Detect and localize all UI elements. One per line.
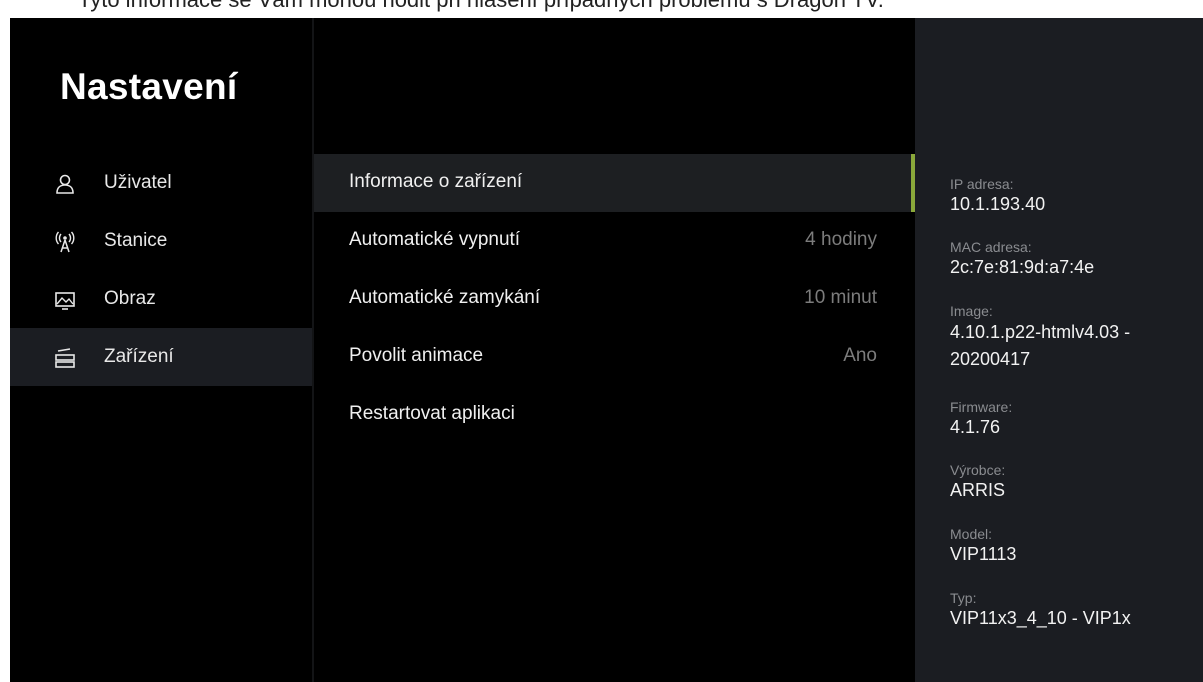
menu-item-auto-lock[interactable]: Automatické zamykání 10 minut [314,270,915,328]
device-icon [55,348,75,368]
sidebar-item-picture[interactable]: Obraz [10,270,312,328]
settings-menu: Informace o zařízení Automatické vypnutí… [314,18,915,682]
info-row-type: Typ: VIP11x3_4_10 - VIP1x [950,590,1195,630]
info-key: Model: [950,526,993,542]
menu-item-label: Informace o zařízení [349,171,523,192]
info-key: Výrobce: [950,462,1006,478]
menu-item-device-info[interactable]: Informace o zařízení [314,154,915,212]
menu-item-value: 4 hodiny [805,229,877,250]
sidebar-item-stations[interactable]: Stanice [10,212,312,270]
info-row-ip: IP adresa: 10.1.193.40 [950,176,1195,216]
info-row-mac: MAC adresa: 2c:7e:81:9d:a7:4e [950,239,1195,279]
info-value: VIP11x3_4_10 - VIP1x [950,608,1131,628]
info-value: ARRIS [950,480,1006,500]
sidebar-item-label: Stanice [104,230,168,251]
menu-item-label: Automatické vypnutí [349,229,521,250]
info-value: 2c:7e:81:9d:a7:4e [950,257,1095,277]
info-row-model: Model: VIP1113 [950,526,1195,566]
user-icon [56,174,74,194]
info-row-image: Image: 4.10.1.p22-htmlv4.03 - 20200417 [950,303,1195,373]
picture-icon [55,292,75,310]
antenna-icon [55,231,75,253]
info-value: 10.1.193.40 [950,194,1046,214]
info-key: Image: [950,303,993,319]
device-info-panel: IP adresa: 10.1.193.40 MAC adresa: 2c:7e… [915,18,1203,682]
info-key: IP adresa: [950,176,1014,192]
sidebar-item-device[interactable]: Zařízení [10,328,312,386]
menu-item-label: Povolit animace [349,345,484,366]
sidebar-item-label: Zařízení [104,346,174,367]
info-row-firmware: Firmware: 4.1.76 [950,399,1195,439]
info-row-manufacturer: Výrobce: ARRIS [950,462,1195,502]
menu-item-value: 10 minut [804,287,877,308]
sidebar-item-label: Uživatel [104,172,172,193]
info-key: Typ: [950,590,977,606]
menu-item-value: Ano [843,345,877,366]
caption-text: Tyto informace se Vám mohou hodit při hl… [78,0,884,13]
page-title: Nastavení [60,66,238,107]
info-key: Firmware: [950,399,1013,415]
caption-strip: Tyto informace se Vám mohou hodit při hl… [0,0,1203,18]
info-value: 4.10.1.p22-htmlv4.03 - 20200417 [950,322,1131,369]
menu-item-restart-app[interactable]: Restartovat aplikaci [314,386,915,444]
menu-item-auto-off[interactable]: Automatické vypnutí 4 hodiny [314,212,915,270]
menu-item-animations[interactable]: Povolit animace Ano [314,328,915,386]
info-value: VIP1113 [950,544,1017,564]
tv-screen: Nastavení Uživatel Stanice Obraz Zařízen… [10,18,1203,682]
info-value: 4.1.76 [950,417,1001,437]
menu-item-label: Restartovat aplikaci [349,403,515,424]
info-key: MAC adresa: [950,239,1032,255]
sidebar-item-user[interactable]: Uživatel [10,154,312,212]
sidebar: Nastavení Uživatel Stanice Obraz Zařízen… [10,18,312,682]
sidebar-item-label: Obraz [104,288,156,309]
menu-item-label: Automatické zamykání [349,287,541,308]
